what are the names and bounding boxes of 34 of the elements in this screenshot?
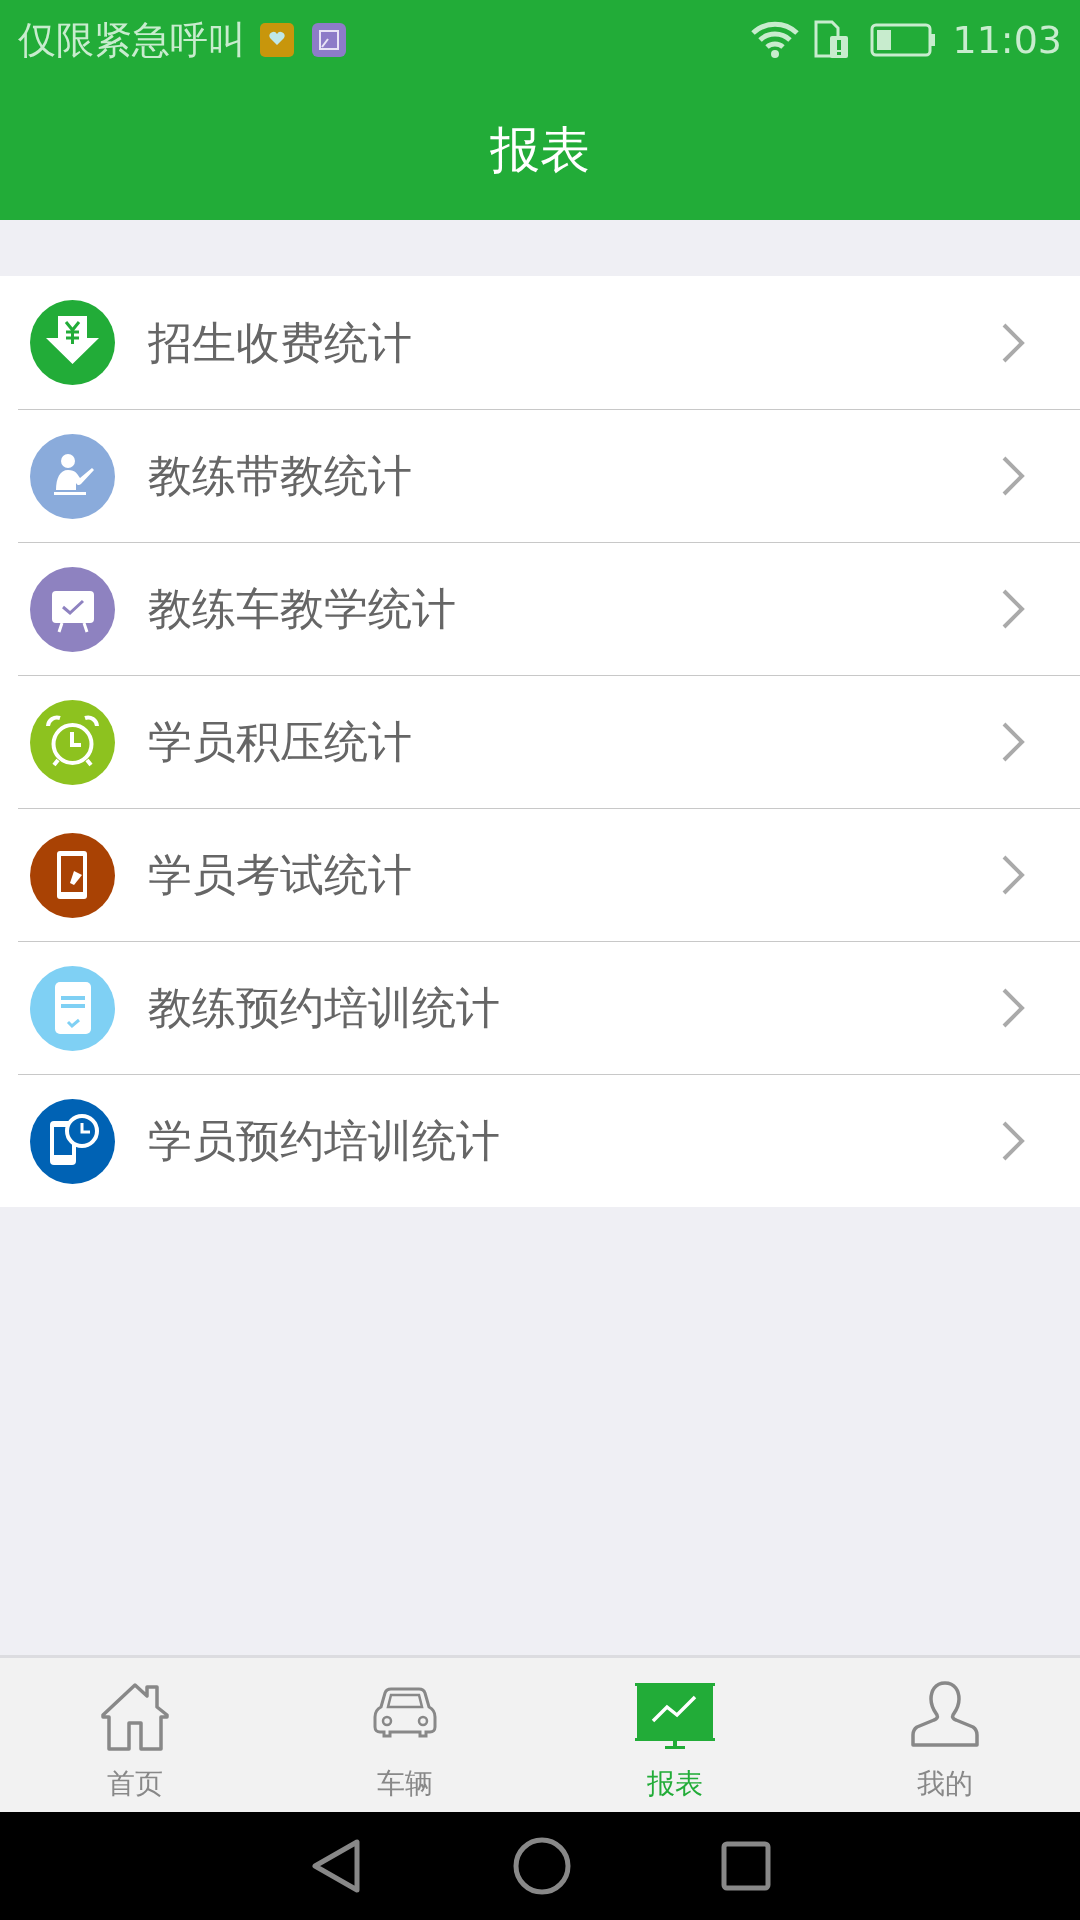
clock-text: 11:03 — [952, 16, 1062, 64]
chevron-right-icon — [1000, 587, 1026, 631]
image-app-icon — [312, 23, 346, 57]
nav-tab[interactable]: 首页 — [0, 1658, 270, 1812]
report-item[interactable]: 教练车教学统计 — [148, 576, 1000, 642]
report-item[interactable]: 学员积压统计 — [148, 709, 1000, 775]
phone-clock-icon — [30, 1098, 115, 1184]
home-icon[interactable] — [513, 1837, 571, 1895]
back-icon[interactable] — [309, 1838, 363, 1894]
chevron-right-icon — [1000, 853, 1026, 897]
tablet-pen-icon — [30, 832, 115, 918]
report-item[interactable]: 教练预约培训统计 — [148, 975, 1000, 1041]
battery-icon — [870, 23, 937, 57]
recents-icon[interactable] — [721, 1841, 771, 1891]
wifi-icon — [750, 20, 801, 60]
heart-app-icon — [260, 23, 294, 57]
sim-card-icon — [814, 20, 851, 60]
chevron-right-icon — [1000, 454, 1026, 498]
report-item[interactable]: 学员预约培训统计 — [148, 1108, 1000, 1174]
alarm-clock-icon — [30, 699, 115, 785]
teacher-icon — [30, 433, 115, 519]
report-item[interactable]: 教练带教统计 — [148, 443, 1000, 509]
page-title: 报表 — [490, 119, 590, 181]
carrier-text: 仅限紧急呼叫 — [18, 16, 246, 64]
nav-tab[interactable]: 车辆 — [270, 1658, 540, 1812]
nav-tab[interactable]: 我的 — [810, 1658, 1080, 1812]
chevron-right-icon — [1000, 720, 1026, 764]
report-item[interactable]: 学员考试统计 — [148, 842, 1000, 908]
presentation-board-icon — [30, 566, 115, 652]
chevron-right-icon — [1000, 986, 1026, 1030]
yen-download-icon — [30, 300, 115, 385]
report-item[interactable]: 招生收费统计 — [148, 309, 1000, 376]
checklist-icon — [30, 965, 115, 1051]
chevron-right-icon — [1000, 1119, 1026, 1163]
